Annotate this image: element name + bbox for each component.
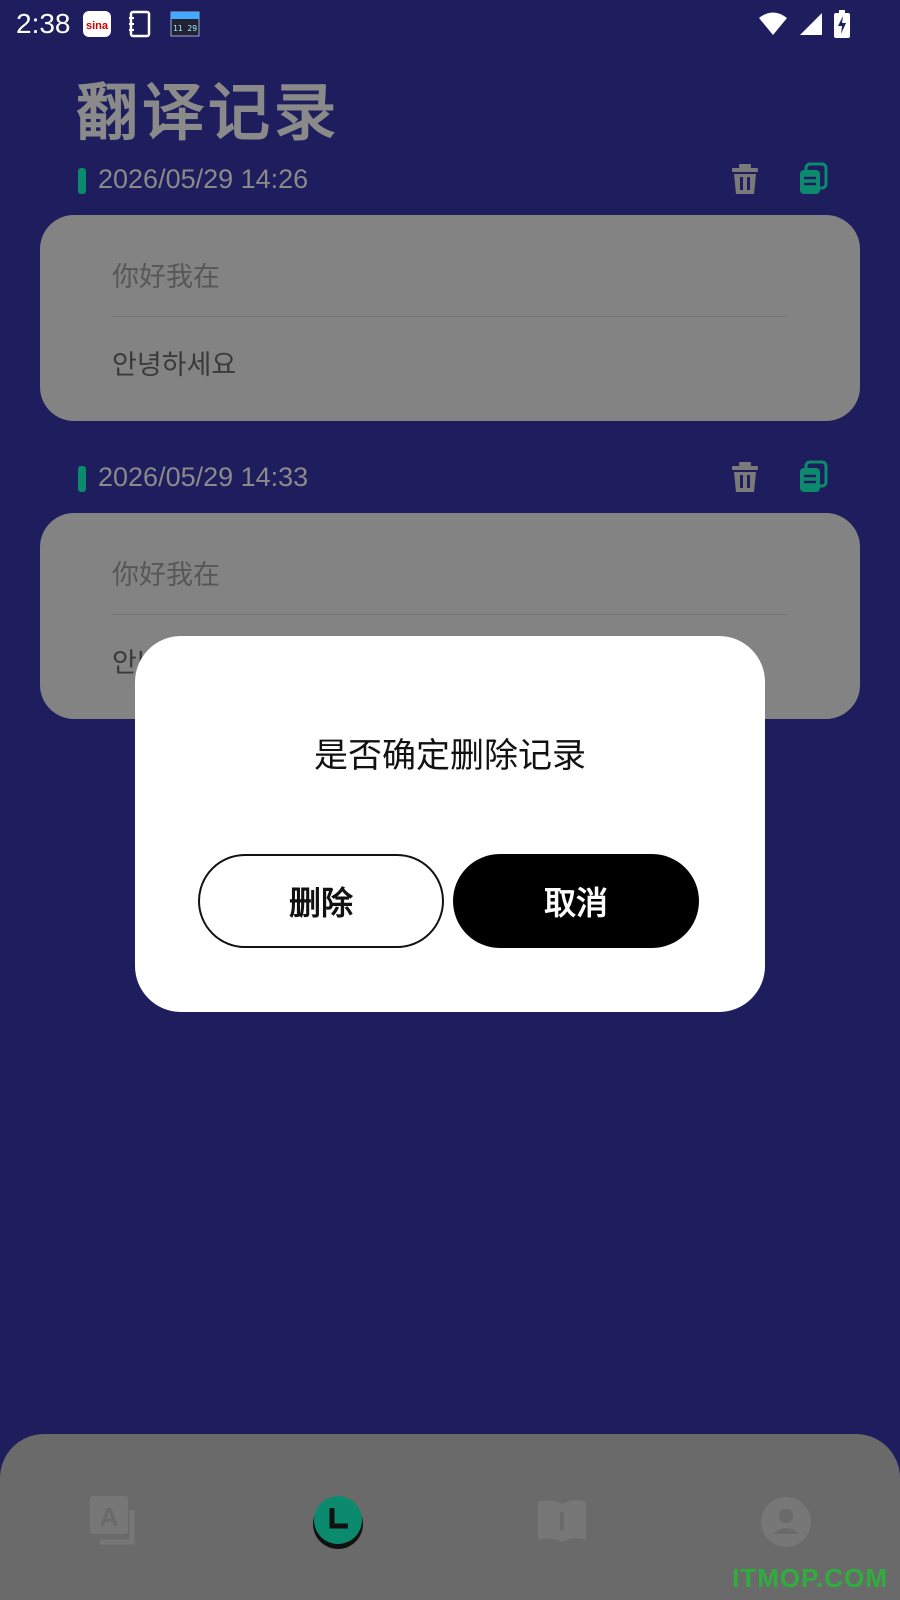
delete-confirm-dialog: 是否确定删除记录 删除 取消 — [135, 636, 765, 1012]
cancel-button[interactable]: 取消 — [453, 854, 699, 948]
dialog-message: 是否确定删除记录 — [314, 736, 586, 776]
watermark: ITMOP.COM — [732, 1563, 888, 1593]
delete-button[interactable]: 删除 — [198, 854, 444, 948]
